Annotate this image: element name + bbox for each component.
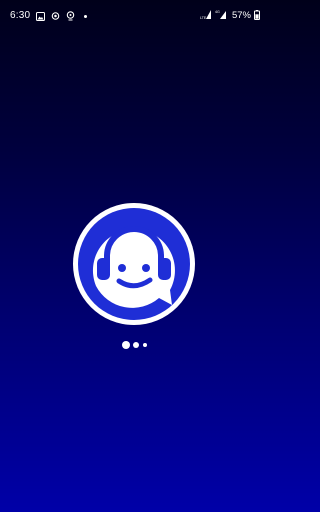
status-bar: 6:30 LTE 4G 57% [0, 0, 268, 30]
4g-signal-icon: 4G [215, 7, 227, 25]
gallery-icon [36, 11, 46, 21]
loading-dot [132, 342, 139, 348]
network-label-lte: LTE [200, 16, 207, 20]
loading-indicator [0, 340, 268, 350]
status-bar-left: 6:30 [10, 9, 88, 23]
loading-dot [121, 341, 130, 349]
battery-percent: 57% [231, 10, 251, 21]
loading-dot [142, 343, 147, 347]
left-eye [118, 264, 126, 272]
sync-icon [51, 11, 60, 21]
app-logo [72, 202, 196, 326]
lte-signal-icon: LTE [200, 7, 212, 25]
location-icon [66, 11, 75, 21]
headset-smiley-logo-icon [73, 203, 195, 325]
left-earcup [97, 258, 110, 280]
status-bar-right: LTE 4G 57% [200, 9, 260, 23]
network-label-4g: 4G [215, 10, 220, 14]
notification-dot-icon [84, 14, 88, 18]
right-earcup [158, 258, 171, 280]
clock: 6:30 [10, 10, 31, 21]
right-eye [142, 264, 150, 272]
battery-icon [254, 7, 260, 25]
